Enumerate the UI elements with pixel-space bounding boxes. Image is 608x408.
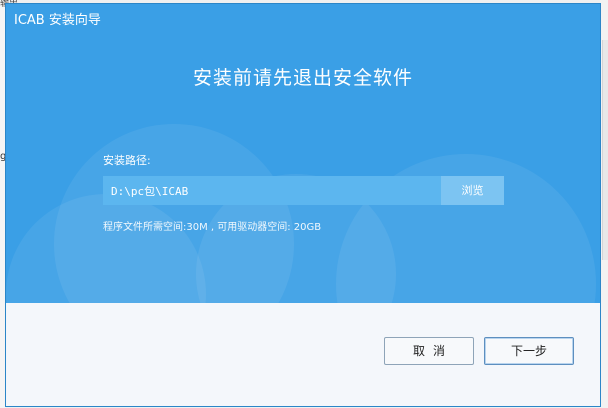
install-path-field <box>103 176 441 205</box>
install-path-input[interactable] <box>103 176 441 205</box>
install-path-label: 安装路径: <box>103 154 151 167</box>
next-button[interactable]: 下一步 <box>484 337 574 365</box>
background-scrollbar <box>602 40 608 260</box>
disk-space-info: 程序文件所需空间:30M , 可用驱动器空间: 20GB <box>103 222 322 233</box>
window-title: ICAB 安装向导 <box>14 13 101 28</box>
browse-button[interactable]: 浏览 <box>441 176 504 205</box>
title-bar[interactable]: ICAB 安装向导 <box>6 4 600 36</box>
page-title: 安装前请先退出安全软件 <box>192 67 413 89</box>
installer-dialog: ICAB 安装向导 安装前请先退出安全软件 安装路径: 浏览 程序文件所需空间:… <box>6 4 600 406</box>
cancel-button[interactable]: 取消 <box>384 337 474 365</box>
